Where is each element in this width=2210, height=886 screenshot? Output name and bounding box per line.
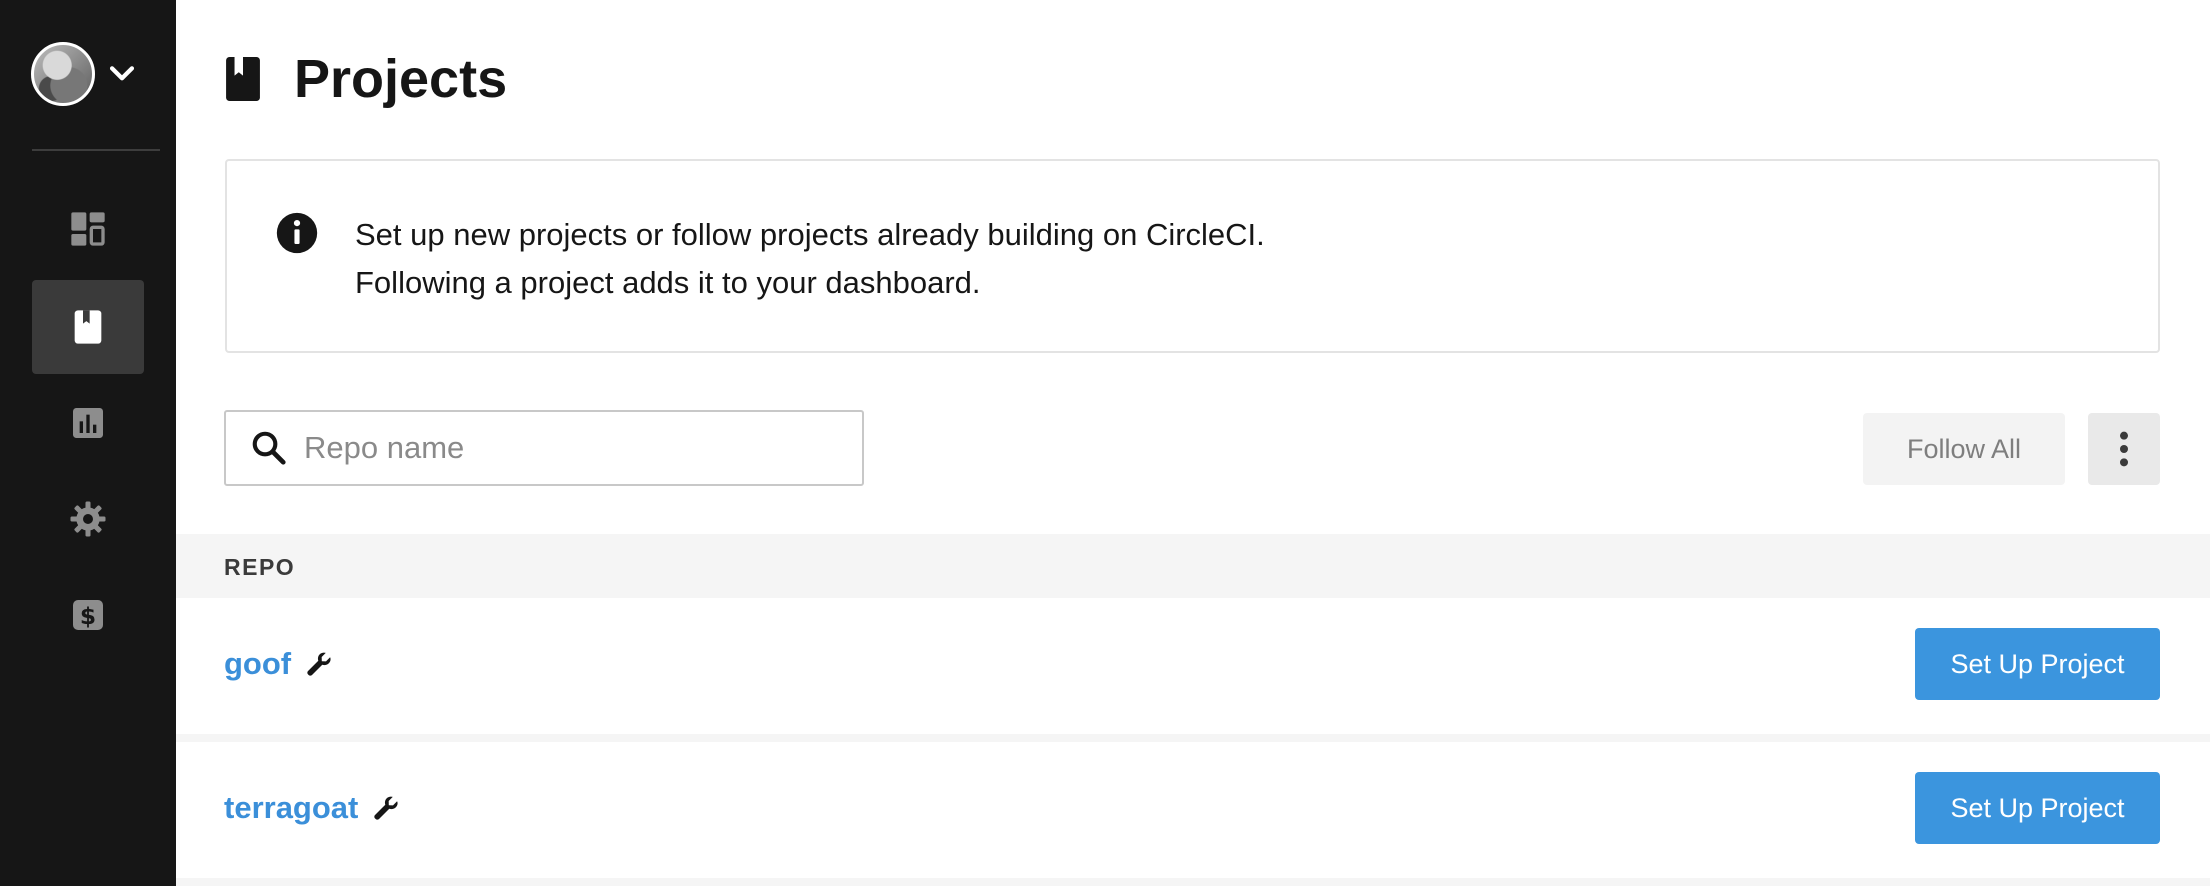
page-header: Projects (226, 52, 507, 106)
search-icon (252, 431, 286, 465)
column-header-repo: REPO (224, 554, 296, 580)
book-icon (74, 310, 102, 344)
dollar-icon: $ (73, 600, 103, 630)
page-title: Projects (294, 49, 508, 109)
table-header: REPO (176, 534, 2210, 598)
search-input[interactable] (304, 418, 862, 478)
follow-all-button[interactable]: Follow All (1863, 413, 2065, 485)
info-line-1: Set up new projects or follow projects a… (355, 217, 1265, 252)
sidebar-item-projects[interactable] (32, 280, 144, 374)
row-divider (176, 734, 2210, 742)
wrench-icon (307, 652, 331, 676)
sidebar: $ (0, 0, 176, 886)
gear-icon (70, 501, 106, 537)
sidebar-item-dashboard[interactable] (32, 182, 144, 276)
book-icon (226, 57, 260, 101)
org-switcher[interactable] (31, 40, 146, 108)
repo-name[interactable]: terragoat (224, 790, 358, 826)
dashboard-icon (71, 212, 105, 246)
avatar[interactable] (31, 42, 95, 106)
info-text: Set up new projects or follow projects a… (355, 211, 1265, 307)
set-up-project-button[interactable]: Set Up Project (1915, 772, 2160, 844)
more-vertical-icon (2120, 431, 2128, 467)
table-row: terragoat Set Up Project (176, 742, 2210, 878)
info-banner: Set up new projects or follow projects a… (225, 159, 2160, 353)
sidebar-item-insights[interactable] (32, 376, 144, 470)
table-row: goof Set Up Project (176, 598, 2210, 734)
set-up-project-button[interactable]: Set Up Project (1915, 628, 2160, 700)
sidebar-item-settings[interactable] (32, 472, 144, 566)
wrench-icon (374, 796, 398, 820)
row-divider (176, 878, 2210, 886)
search-box[interactable] (224, 410, 864, 486)
info-icon (276, 212, 318, 254)
sidebar-divider (32, 149, 160, 151)
app-root: $ Projects Set up new projects or follow… (0, 0, 2210, 886)
more-options-button[interactable] (2088, 413, 2160, 485)
chevron-down-icon[interactable] (105, 57, 139, 91)
svg-text:$: $ (80, 602, 96, 630)
bar-chart-icon (73, 408, 103, 438)
repo-name[interactable]: goof (224, 646, 291, 682)
main-content: Projects Set up new projects or follow p… (176, 0, 2210, 886)
sidebar-item-plan[interactable]: $ (32, 568, 144, 662)
repo-link-goof[interactable]: goof (224, 646, 333, 682)
info-line-2: Following a project adds it to your dash… (355, 265, 981, 300)
repo-link-terragoat[interactable]: terragoat (224, 790, 400, 826)
